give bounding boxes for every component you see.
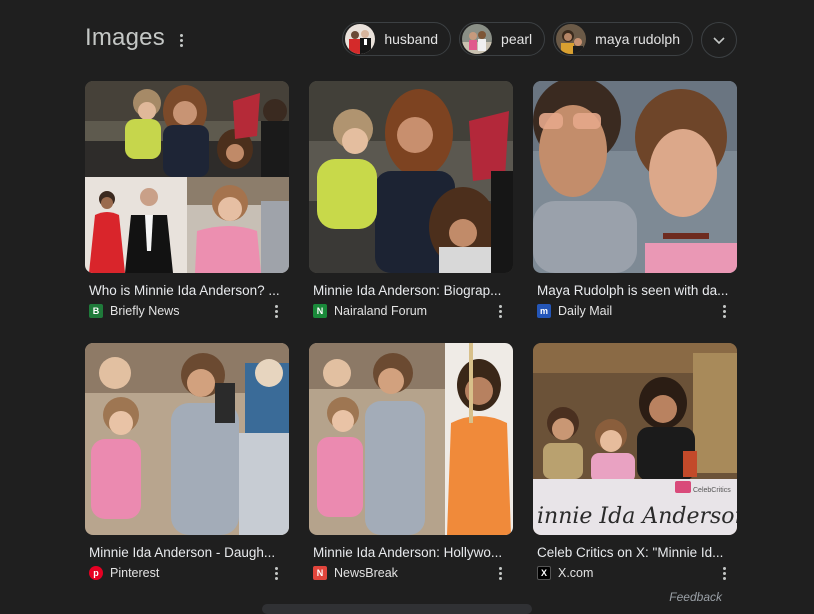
image-result-card[interactable]: Who is Minnie Ida Anderson? ... B Briefl… [85, 81, 289, 318]
image-result-card[interactable]: Minnie Ida Anderson - Daugh... p Pintere… [85, 343, 289, 580]
more-options-icon[interactable] [497, 305, 503, 320]
overlay-logo-text: CelebCritics [693, 487, 731, 494]
result-title[interactable]: Maya Rudolph is seen with da... [533, 283, 737, 298]
result-image[interactable] [309, 343, 513, 535]
daily-mail-icon: m [537, 304, 551, 318]
x-icon: X [537, 566, 551, 580]
chip-thumbnail [345, 24, 376, 54]
source-name: X.com [558, 566, 594, 580]
result-title[interactable]: Who is Minnie Ida Anderson? ... [85, 283, 289, 298]
section-title: Images [85, 24, 165, 51]
result-title[interactable]: Minnie Ida Anderson: Hollywo... [309, 545, 513, 560]
result-title[interactable]: Minnie Ida Anderson - Daugh... [85, 545, 289, 560]
result-source[interactable]: N NewsBreak [309, 566, 513, 580]
source-name: Nairaland Forum [334, 304, 428, 318]
chip-thumbnail [556, 24, 587, 54]
chip-thumbnail [462, 24, 493, 54]
feedback-link[interactable]: Feedback [669, 590, 722, 604]
result-source[interactable]: B Briefly News [85, 304, 289, 318]
image-result-card[interactable]: innie Ida Anderson CelebCritics Celeb Cr… [533, 343, 737, 580]
more-options-icon[interactable] [497, 567, 503, 582]
related-searches-chips: husband pearl maya rudolph [342, 22, 737, 58]
result-source[interactable]: X X.com [533, 566, 737, 580]
overlay-script-text: innie Ida Anderson [537, 504, 737, 529]
more-results-bar[interactable] [262, 604, 532, 614]
result-image[interactable] [85, 81, 289, 273]
expand-chips-button[interactable] [701, 22, 737, 58]
result-source[interactable]: m Daily Mail [533, 304, 737, 318]
result-image[interactable] [533, 81, 737, 273]
image-result-card[interactable]: Minnie Ida Anderson: Hollywo... N NewsBr… [309, 343, 513, 580]
nairaland-icon: N [313, 304, 327, 318]
more-options-icon[interactable] [273, 567, 279, 582]
chip-husband[interactable]: husband [342, 22, 452, 56]
chip-label: pearl [501, 31, 533, 47]
images-header: Images husband pearl maya rudolph [85, 22, 737, 58]
result-image[interactable] [309, 81, 513, 273]
result-image[interactable] [85, 343, 289, 535]
chevron-down-icon [713, 37, 725, 45]
chip-label: husband [384, 31, 439, 47]
more-options-icon[interactable] [721, 567, 727, 582]
chip-label: maya rudolph [595, 31, 680, 47]
source-name: Briefly News [110, 304, 180, 318]
source-name: Pinterest [110, 566, 160, 580]
chip-pearl[interactable]: pearl [459, 22, 546, 56]
chip-maya-rudolph[interactable]: maya rudolph [553, 22, 693, 56]
result-title[interactable]: Minnie Ida Anderson: Biograp... [309, 283, 513, 298]
more-options-icon[interactable] [273, 305, 279, 320]
result-image[interactable]: innie Ida Anderson CelebCritics [533, 343, 737, 535]
result-title[interactable]: Celeb Critics on X: "Minnie Id... [533, 545, 737, 560]
pinterest-icon: p [89, 566, 103, 580]
image-result-card[interactable]: Maya Rudolph is seen with da... m Daily … [533, 81, 737, 318]
more-options-icon[interactable] [721, 305, 727, 320]
briefly-news-icon: B [89, 304, 103, 318]
image-result-card[interactable]: Minnie Ida Anderson: Biograp... N Nairal… [309, 81, 513, 318]
newsbreak-icon: N [313, 566, 327, 580]
result-source[interactable]: N Nairaland Forum [309, 304, 513, 318]
result-source[interactable]: p Pinterest [85, 566, 289, 580]
source-name: NewsBreak [334, 566, 398, 580]
more-options-icon[interactable] [178, 34, 184, 50]
source-name: Daily Mail [558, 304, 613, 318]
